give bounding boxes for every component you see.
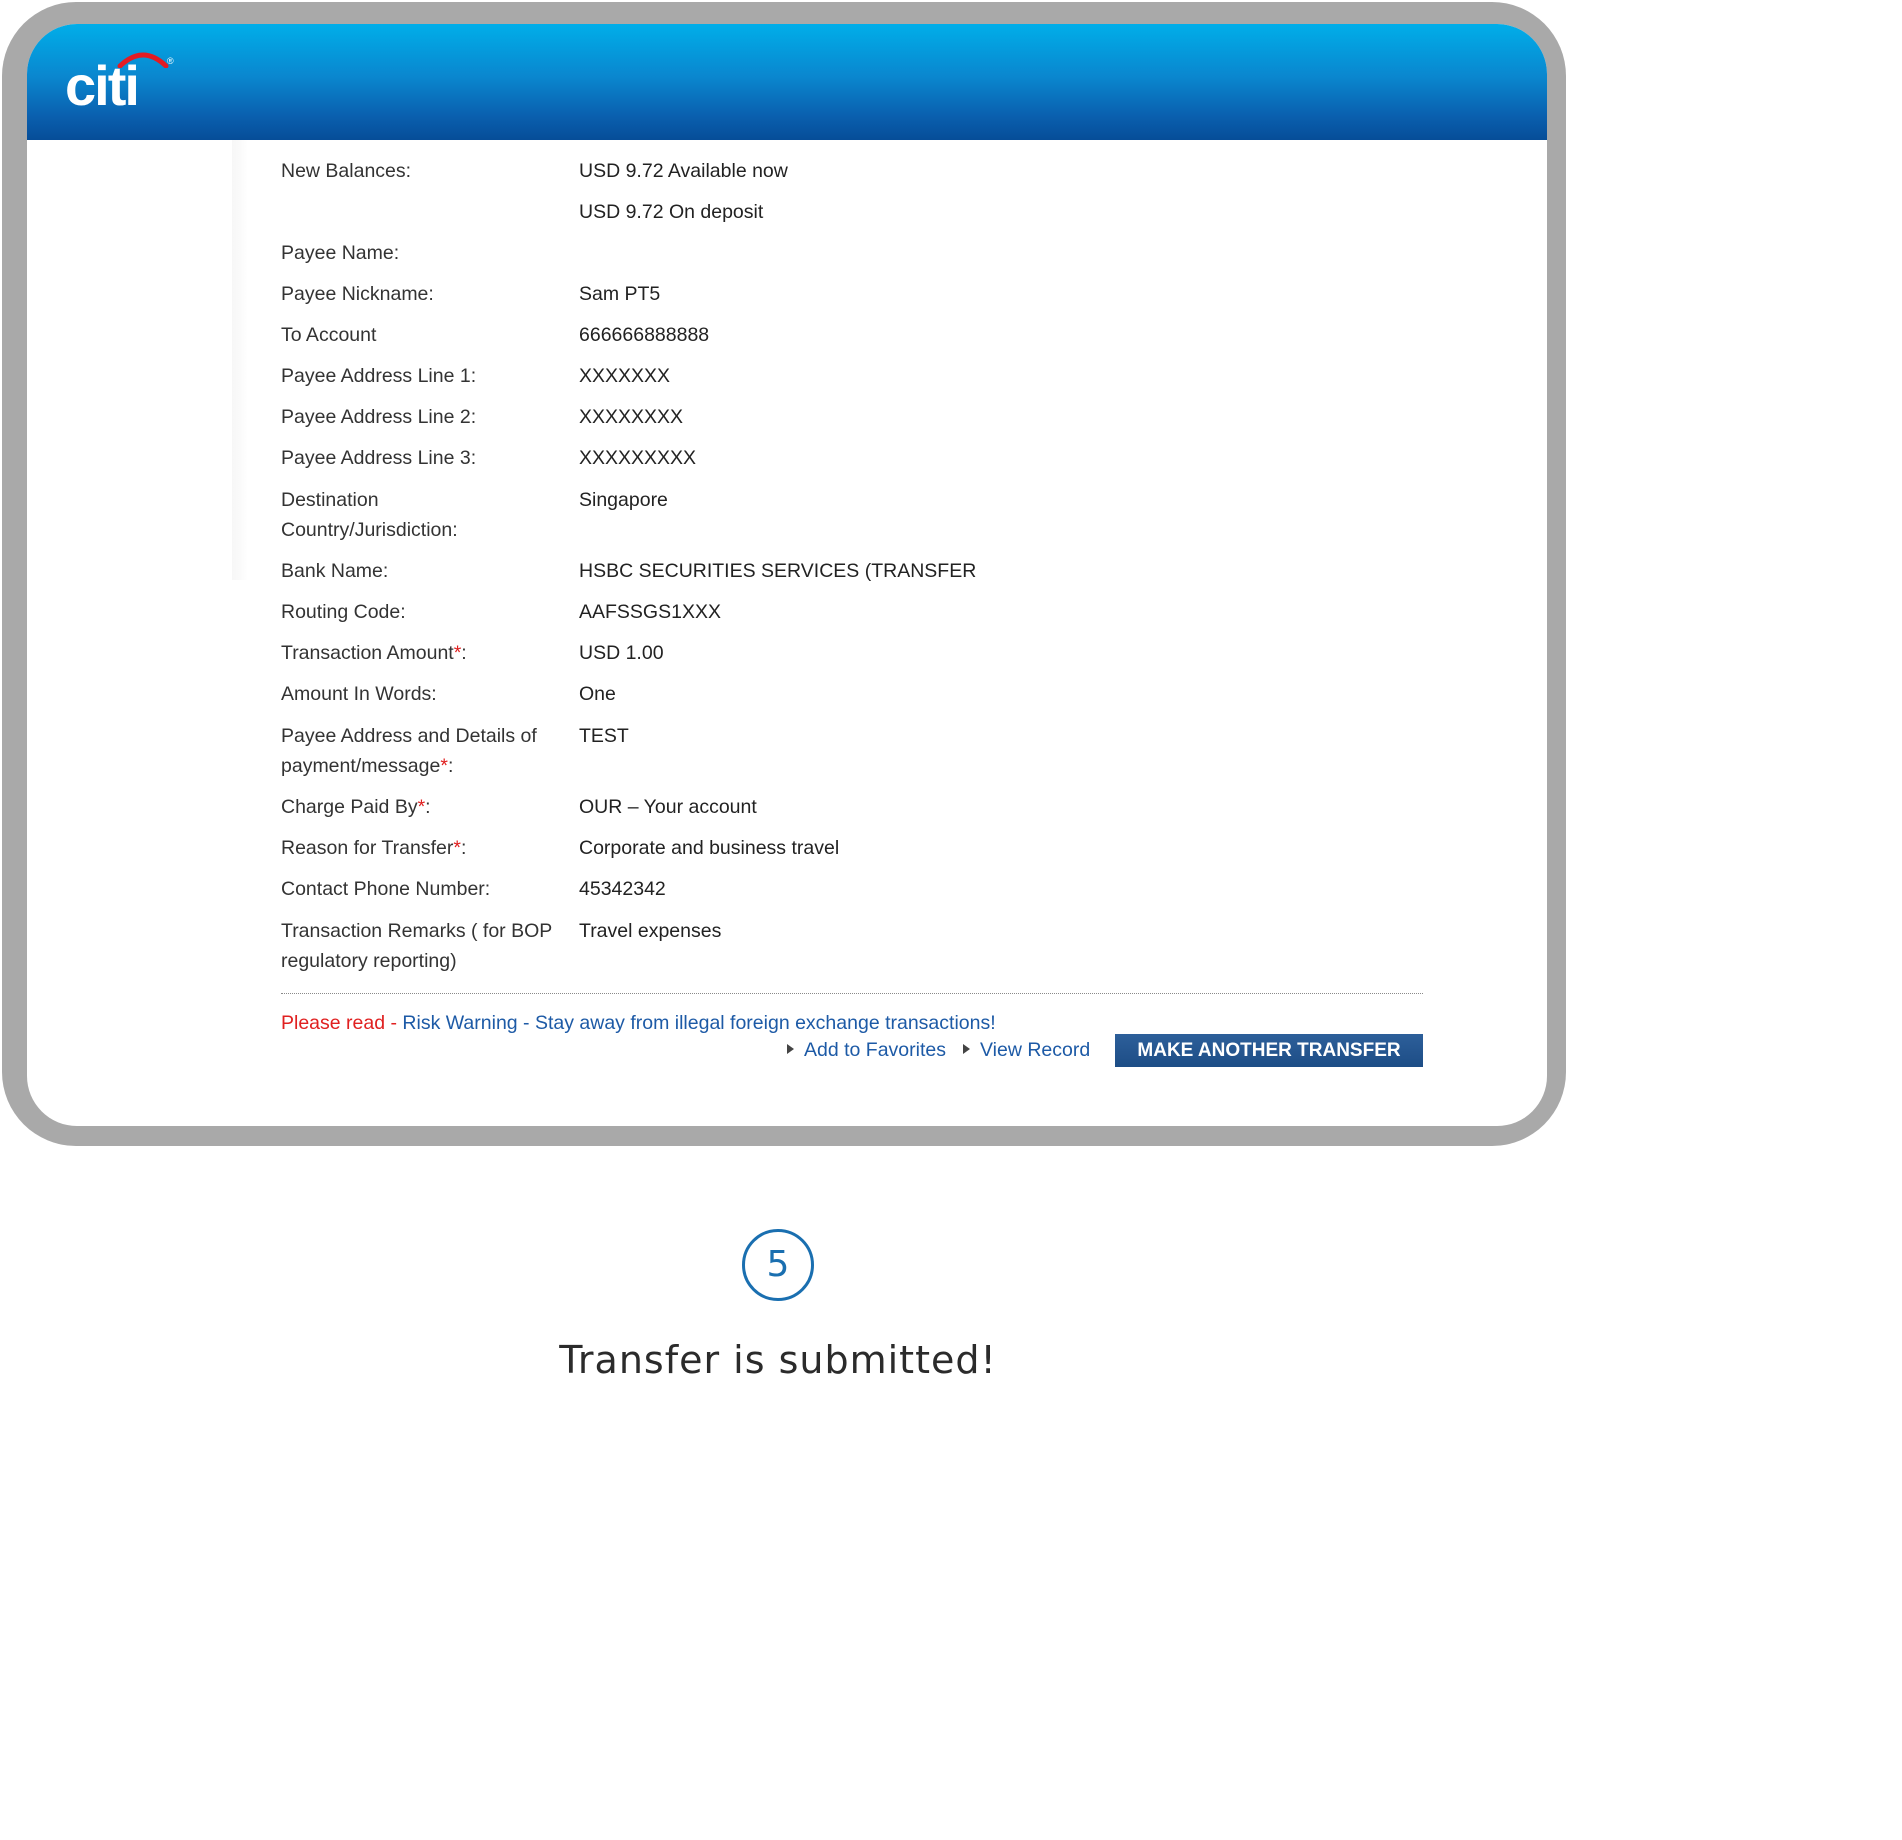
detail-value: Travel expenses [579, 920, 722, 942]
detail-value: OUR – Your account [579, 796, 757, 818]
detail-value: 666666888888 [579, 324, 710, 346]
detail-value: One [579, 683, 616, 705]
detail-label: Contact Phone Number: [281, 878, 491, 900]
detail-label: New Balances: [281, 160, 412, 182]
step-number: 5 [766, 1244, 790, 1285]
detail-label: To Account [281, 324, 377, 346]
detail-value: XXXXXXX [579, 365, 671, 387]
detail-value: XXXXXXXX [579, 406, 684, 428]
risk-warning-link[interactable]: Risk Warning - Stay away from illegal fo… [402, 1012, 995, 1034]
detail-label: Reason for Transfer*: [281, 837, 467, 859]
required-marker: * [440, 755, 448, 777]
detail-label: Routing Code: [281, 601, 406, 623]
view-record-link[interactable]: View Record [963, 1036, 1090, 1064]
detail-label: Amount In Words: [281, 683, 437, 705]
detail-label: Payee Nickname: [281, 283, 434, 305]
detail-label: Transaction Remarks ( for BOP regulatory… [281, 920, 552, 972]
detail-label: Payee Address Line 3: [281, 447, 477, 469]
logo-registered-mark: ® [167, 56, 174, 66]
detail-value: 45342342 [579, 878, 666, 900]
detail-value: XXXXXXXXX [579, 447, 697, 469]
detail-value: USD 9.72 On deposit [579, 201, 764, 223]
detail-label: Transaction Amount*: [281, 642, 467, 664]
add-to-favorites-link[interactable]: Add to Favorites [787, 1036, 946, 1064]
detail-label: Payee Address Line 1: [281, 365, 477, 387]
section-divider [281, 993, 1423, 994]
please-read-label: Please read [281, 1012, 386, 1034]
triangle-right-icon [787, 1043, 794, 1054]
required-marker: * [453, 837, 461, 859]
detail-value: USD 1.00 [579, 642, 664, 664]
required-marker: * [453, 642, 462, 664]
left-shadow-divider [232, 140, 248, 580]
detail-value: AAFSSGS1XXX [579, 601, 721, 623]
detail-label: Destination Country/Jurisdiction: [281, 489, 458, 541]
detail-label: Bank Name: [281, 560, 389, 582]
detail-label: Payee Address Line 2: [281, 406, 477, 428]
device-frame: citi ® New Balances: USD 9.72 Available … [2, 2, 1566, 1146]
step-number-badge: 5 [742, 1229, 814, 1301]
header-bar: citi ® [27, 24, 1547, 140]
detail-value: USD 9.72 Available now [579, 160, 788, 182]
logo-wordmark: citi [65, 54, 140, 117]
detail-label: Payee Name: [281, 242, 400, 264]
detail-value: Sam PT5 [579, 283, 661, 305]
step-caption: Transfer is submitted! [559, 1338, 997, 1382]
required-marker: * [417, 796, 426, 818]
citi-logo[interactable]: citi ® [65, 46, 175, 116]
risk-warning: Please read - Risk Warning - Stay away f… [281, 1009, 996, 1037]
detail-label: Charge Paid By*: [281, 796, 431, 818]
detail-value: Singapore [579, 489, 668, 511]
detail-label: Payee Address and Details of payment/mes… [281, 725, 537, 777]
detail-value: TEST [579, 725, 629, 747]
bank-screen: citi ® New Balances: USD 9.72 Available … [27, 24, 1547, 1126]
detail-value: HSBC SECURITIES SERVICES (TRANSFER [579, 560, 977, 582]
triangle-right-icon [963, 1043, 970, 1054]
make-another-transfer-button[interactable]: MAKE ANOTHER TRANSFER [1115, 1034, 1423, 1067]
detail-value: Corporate and business travel [579, 837, 840, 859]
warning-separator: - [385, 1012, 403, 1034]
